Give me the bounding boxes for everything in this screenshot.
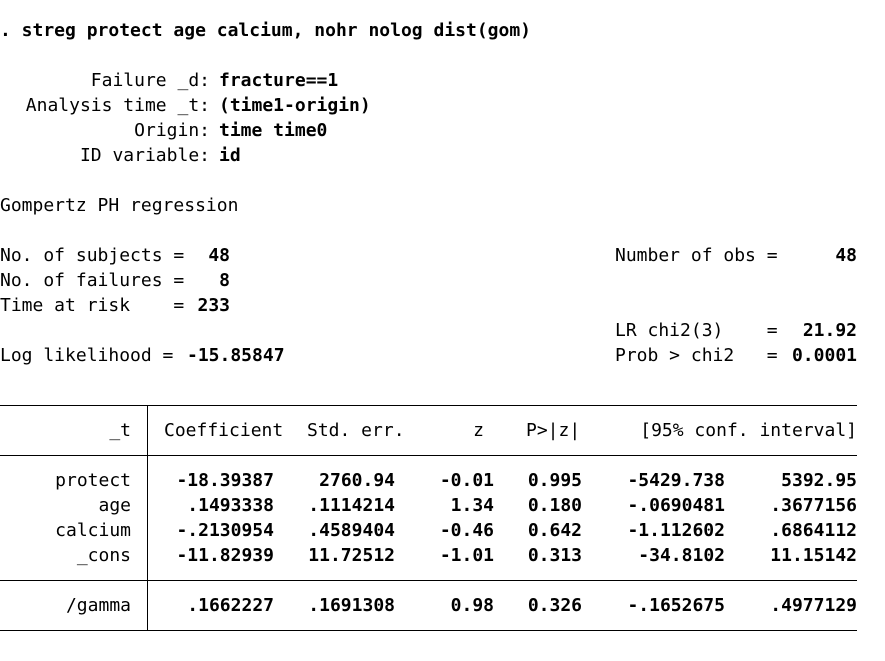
- lr-value: 21.92: [802, 320, 857, 341]
- setting-label-analysis-time: Analysis time _t:: [25, 95, 210, 116]
- row-se: .1114214: [308, 495, 395, 516]
- row-var: age: [98, 495, 131, 516]
- setting-value-analysis-time: (time1-origin): [219, 95, 371, 116]
- failures-label: No. of failures =: [0, 270, 185, 291]
- header-conf-interval: [95% conf. interval]: [640, 420, 857, 441]
- row-ci-high: 11.15142: [770, 545, 857, 566]
- table-header-rule: [0, 455, 857, 456]
- prob-label: Prob > chi2 =: [615, 345, 778, 366]
- row-coef: -18.39387: [176, 470, 274, 491]
- row-ci-low: -.0690481: [627, 495, 725, 516]
- prob-value: 0.0001: [791, 345, 857, 366]
- row-se: 11.72512: [308, 545, 395, 566]
- row-var: _cons: [76, 545, 131, 566]
- row-coef: -11.82939: [176, 545, 274, 566]
- setting-label-origin: Origin:: [134, 120, 210, 141]
- row-se: 2760.94: [319, 470, 395, 491]
- row-ci-low: -1.112602: [627, 520, 725, 541]
- row-ci-low: -34.8102: [638, 545, 725, 566]
- row-ci-low: -5429.738: [627, 470, 725, 491]
- row-z: 1.34: [450, 495, 494, 516]
- row-ci-low: -.1652675: [627, 595, 725, 616]
- command-line: . streg protect age calcium, nohr nolog …: [0, 20, 532, 41]
- risk-label: Time at risk =: [0, 295, 185, 316]
- row-coef: .1493338: [187, 495, 274, 516]
- row-p: 0.642: [527, 520, 582, 541]
- setting-label-failure: Failure _d:: [90, 70, 210, 91]
- row-se: .4589404: [308, 520, 395, 541]
- row-ci-high: 5392.95: [781, 470, 857, 491]
- header-z: z: [473, 420, 484, 441]
- row-ci-high: .3677156: [770, 495, 857, 516]
- header-std-err: Std. err.: [307, 420, 405, 441]
- loglik-value: -15.85847: [187, 345, 285, 366]
- header-coefficient: Coefficient: [164, 420, 284, 441]
- row-p: 0.180: [527, 495, 582, 516]
- risk-value: 233: [197, 295, 230, 316]
- table-top-rule: [0, 405, 857, 406]
- setting-value-origin: time time0: [219, 120, 328, 141]
- row-ci-high: .6864112: [770, 520, 857, 541]
- row-coef: -.2130954: [176, 520, 274, 541]
- row-p: 0.313: [527, 545, 582, 566]
- lr-label: LR chi2(3) =: [615, 320, 778, 341]
- model-title: Gompertz PH regression: [0, 195, 239, 216]
- nobs-value: 48: [835, 245, 857, 266]
- row-z: -0.46: [439, 520, 494, 541]
- row-z: -0.01: [439, 470, 494, 491]
- failures-value: 8: [219, 270, 230, 291]
- setting-value-failure: fracture==1: [219, 70, 339, 91]
- header-p-value: P>|z|: [526, 420, 581, 441]
- row-z: -1.01: [439, 545, 494, 566]
- loglik-label: Log likelihood =: [0, 345, 174, 366]
- row-ci-high: .4977129: [770, 595, 857, 616]
- setting-value-id-variable: id: [219, 145, 241, 166]
- row-var: protect: [55, 470, 131, 491]
- subjects-label: No. of subjects =: [0, 245, 185, 266]
- row-p: 0.326: [527, 595, 582, 616]
- row-coef: .1662227: [187, 595, 274, 616]
- table-vertical-rule: [147, 405, 148, 631]
- row-var: calcium: [55, 520, 131, 541]
- row-z: 0.98: [450, 595, 494, 616]
- setting-label-id-variable: ID variable:: [79, 145, 210, 166]
- coefficient-table: _t Coefficient Std. err. z P>|z| [95% co…: [0, 405, 857, 631]
- header-var: _t: [109, 420, 131, 441]
- nobs-label: Number of obs =: [615, 245, 778, 266]
- row-var: /gamma: [65, 595, 131, 616]
- table-bottom-rule: [0, 630, 857, 631]
- table-aux-rule: [0, 580, 857, 581]
- row-se: .1691308: [308, 595, 395, 616]
- subjects-value: 48: [208, 245, 230, 266]
- row-p: 0.995: [527, 470, 582, 491]
